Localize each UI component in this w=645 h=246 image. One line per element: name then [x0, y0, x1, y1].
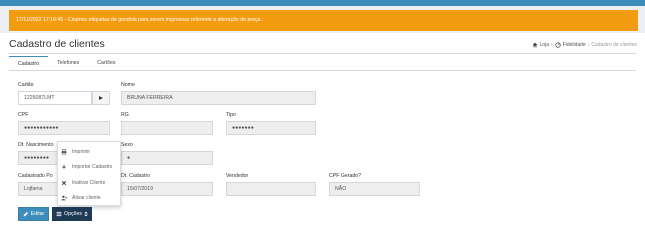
gauge-icon — [555, 42, 561, 48]
bars-icon — [56, 211, 62, 217]
user-plus-icon — [61, 195, 67, 201]
tab-cadastro[interactable]: Cadastro — [9, 56, 49, 70]
edit-icon — [23, 211, 28, 217]
nome-label: Nome — [121, 82, 135, 88]
dt-cadastro-field[interactable]: 15/07/2019 — [121, 182, 213, 196]
dt-cadastro-label: Dt. Cadastro — [121, 173, 151, 179]
page-title: Cadastro de clientes — [9, 38, 105, 50]
cartao-input[interactable]: 1226087LMT — [18, 91, 92, 105]
printer-icon — [61, 149, 67, 155]
tab-telefones[interactable]: Telefones — [48, 56, 88, 70]
cartao-search-button[interactable] — [92, 91, 110, 105]
menu-item-inativar-cliente[interactable]: Inativar Cliente — [58, 177, 122, 189]
cpf-field[interactable]: ●●●●●●●●●●● — [18, 121, 110, 135]
menu-item-label: Ativar cliente — [72, 195, 101, 201]
close-icon — [61, 180, 67, 186]
price-change-alert: 17/11/2022 17:16:45 - Criamos etiquetas … — [9, 10, 638, 31]
cartao-label: Cartão — [18, 82, 34, 88]
menu-item-label: Inativar Cliente — [72, 180, 106, 186]
nome-field[interactable]: BRUNA FERREIRA — [121, 91, 316, 105]
editar-label: Editar — [30, 211, 45, 217]
menu-item-ativar-cliente[interactable]: Ativar cliente — [58, 192, 122, 204]
menu-item-imprimir[interactable]: Imprimir — [58, 146, 122, 158]
breadcrumb: Loja › Fidelidade › Cadastro de clientes — [532, 42, 637, 48]
sort-caret-icon — [84, 211, 88, 217]
vendedor-field[interactable] — [226, 182, 316, 196]
breadcrumb-home[interactable]: Loja — [540, 42, 549, 48]
cpf-gerado-field[interactable]: NÃO — [329, 182, 420, 196]
opcoes-button[interactable]: Opções — [52, 207, 92, 221]
vendedor-label: Vendedor — [226, 173, 249, 179]
opcoes-label: Opções — [64, 211, 82, 217]
import-icon — [61, 164, 67, 170]
cpf-gerado-label: CPF Gerado? — [329, 173, 362, 179]
cadastrado-por-label: Cadastrado Po — [18, 173, 53, 179]
home-icon — [532, 42, 537, 48]
tipo-label: Tipo — [226, 112, 236, 118]
menu-item-label: Importar Cadastro — [72, 164, 113, 170]
menu-item-label: Imprimir — [72, 149, 91, 155]
editar-button[interactable]: Editar — [18, 207, 49, 221]
rg-field[interactable] — [121, 121, 213, 135]
play-icon — [99, 96, 103, 100]
breadcrumb-current: Cadastro de clientes — [591, 42, 637, 48]
tab-cartoes[interactable]: Cartões — [88, 56, 124, 70]
tabs-divider — [9, 70, 636, 71]
cpf-label: CPF — [18, 112, 29, 118]
sexo-field[interactable]: ● — [121, 151, 213, 165]
top-navbar-strip — [0, 0, 645, 6]
dt-nascimento-label: Dt. Nascimento — [18, 142, 54, 148]
options-dropdown-menu: Imprimir Importar Cadastro Inativar Clie… — [57, 141, 121, 206]
content-panel: Cadastro de clientes Loja › Fidelidade ›… — [0, 33, 645, 246]
breadcrumb-section[interactable]: Fidelidade — [563, 42, 586, 48]
title-divider — [9, 53, 636, 54]
tipo-field[interactable]: ●●●●●●● — [226, 121, 316, 135]
rg-label: RG — [121, 112, 129, 118]
tab-bar: Cadastro Telefones Cartões — [9, 56, 124, 70]
menu-item-importar-cadastro[interactable]: Importar Cadastro — [58, 161, 122, 173]
sexo-label: Sexo — [121, 142, 133, 148]
